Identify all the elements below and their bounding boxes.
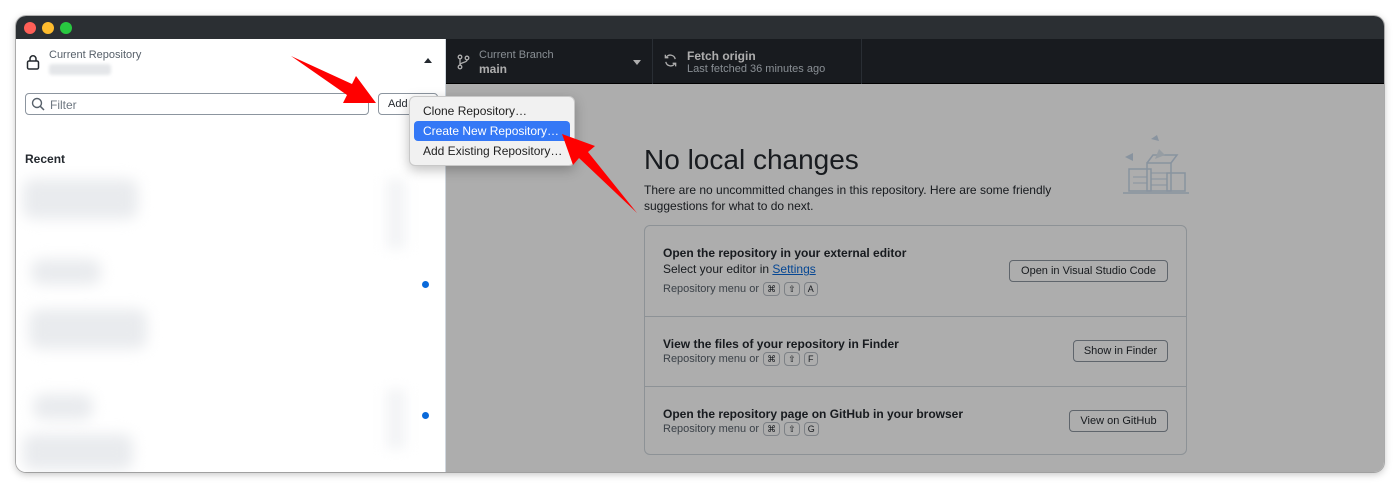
redacted-area	[386, 389, 406, 449]
menu-item-add-existing-repository[interactable]: Add Existing Repository…	[414, 141, 570, 161]
filter-placeholder: Filter	[50, 98, 77, 112]
lock-icon	[26, 55, 40, 70]
current-repository-label: Current Repository	[49, 49, 142, 61]
current-repository-selector[interactable]: Current Repository	[16, 39, 446, 85]
repository-sidebar: Current Repository Filter Add Recent	[16, 39, 446, 472]
menu-item-create-new-repository[interactable]: Create New Repository…	[414, 121, 570, 141]
close-window-button[interactable]	[24, 22, 36, 34]
search-icon	[31, 97, 45, 111]
minimize-window-button[interactable]	[42, 22, 54, 34]
recent-section-heading: Recent	[25, 152, 66, 166]
filter-input[interactable]: Filter	[25, 93, 369, 115]
zoom-window-button[interactable]	[60, 22, 72, 34]
modal-dim-overlay	[446, 39, 1384, 472]
repository-name-redacted	[49, 64, 111, 75]
changes-indicator-dot	[422, 281, 429, 288]
title-bar	[16, 16, 1384, 39]
recent-repository-list-redacted	[21, 169, 147, 470]
add-dropdown-menu: Clone Repository… Create New Repository……	[409, 96, 575, 166]
caret-up-icon	[424, 58, 432, 63]
app-window: Current Repository Filter Add Recent Cur…	[16, 16, 1384, 472]
redacted-area	[386, 179, 406, 249]
changes-indicator-dot	[422, 412, 429, 419]
menu-item-clone-repository[interactable]: Clone Repository…	[414, 101, 570, 121]
